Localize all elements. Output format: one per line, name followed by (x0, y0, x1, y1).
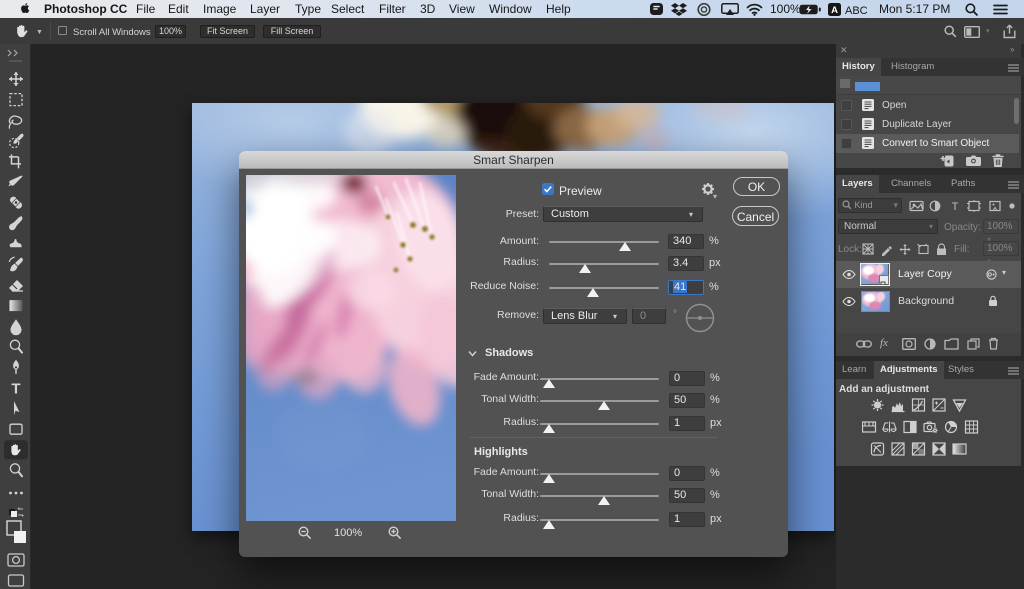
svg-text:T: T (11, 381, 20, 398)
svg-text:A: A (831, 5, 838, 16)
svg-text:T: T (952, 201, 959, 212)
